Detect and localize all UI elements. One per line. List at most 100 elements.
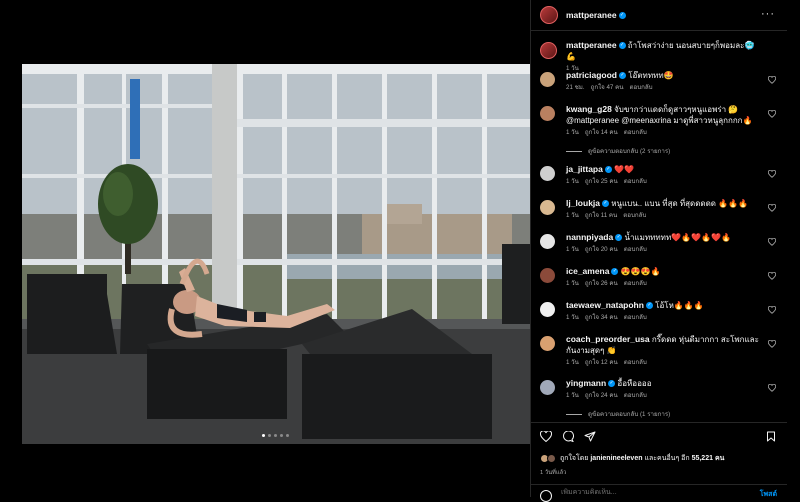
reply-button[interactable]: ตอบกลับ [623, 212, 646, 219]
comment-likes[interactable]: ถูกใจ 47 คน [591, 84, 624, 91]
post-actions: ถูกใจโดย janienineeleven และคนอื่นๆ อีก … [531, 422, 787, 502]
comment-like-heart-icon[interactable] [768, 110, 776, 118]
verified-badge-icon: ✓ [618, 11, 626, 19]
comment-like-heart-icon[interactable] [768, 76, 776, 84]
verified-badge-icon: ✓ [602, 200, 610, 208]
liked-by-user[interactable]: janienineeleven [590, 455, 642, 462]
verified-badge-icon: ✓ [608, 380, 616, 388]
comment-time: 21 ชม. [566, 84, 585, 91]
commenter-avatar[interactable] [540, 234, 555, 249]
reply-button[interactable]: ตอบกลับ [624, 178, 647, 185]
comment-like-heart-icon[interactable] [768, 204, 776, 212]
replies-divider [566, 414, 582, 415]
commenter-avatar[interactable] [540, 166, 555, 181]
liker-avatar [547, 454, 556, 463]
reply-button[interactable]: ตอบกลับ [624, 246, 647, 253]
comment-time: 1 วัน [566, 314, 579, 321]
commenter-avatar[interactable] [540, 268, 555, 283]
comment-text: น้ำแมททททท❤️🔥❤️🔥❤️🔥 [624, 233, 731, 242]
caption-username[interactable]: mattperanee [566, 40, 617, 50]
commenter-username[interactable]: ice_amena [566, 266, 609, 276]
commenter-username[interactable]: nannpiyada [566, 232, 613, 242]
comment-likes[interactable]: ถูกใจ 14 คน [585, 129, 618, 136]
comment-likes[interactable]: ถูกใจ 26 คน [585, 280, 618, 287]
comment-likes[interactable]: ถูกใจ 25 คน [585, 178, 618, 185]
author-avatar[interactable] [540, 6, 558, 24]
comment-text: โอ๊ตทททท🤩 [628, 71, 674, 80]
reply-button[interactable]: ตอบกลับ [624, 129, 647, 136]
share-icon[interactable] [584, 431, 596, 442]
comment-time: 1 วัน [566, 178, 579, 185]
post-header: mattperanee ✓ ··· [531, 0, 787, 31]
post-comment-button[interactable]: โพสต์ [760, 489, 777, 500]
commenter-avatar[interactable] [540, 200, 555, 215]
carousel-dot [274, 434, 277, 437]
verified-badge-icon: ✓ [604, 166, 612, 174]
comment-icon[interactable] [562, 431, 574, 442]
heart-icon[interactable] [540, 431, 552, 442]
commenter-avatar[interactable] [540, 72, 555, 87]
likes-prefix: ถูกใจโดย [560, 455, 589, 462]
likes-summary[interactable]: ถูกใจโดย janienineeleven และคนอื่นๆ อีก … [540, 453, 724, 464]
view-replies-label: ดูข้อความตอบกลับ (1 รายการ) [588, 411, 671, 418]
comment-like-heart-icon[interactable] [768, 340, 776, 348]
post-photo[interactable]: › [22, 64, 530, 444]
carousel-dot [262, 434, 265, 437]
reply-button[interactable]: ตอบกลับ [624, 280, 647, 287]
more-options-icon[interactable]: ··· [761, 8, 775, 20]
commenter-username[interactable]: yingmann [566, 378, 606, 388]
verified-badge-icon: ✓ [618, 42, 626, 50]
post-media-area: › [0, 0, 530, 497]
verified-badge-icon: ✓ [645, 302, 653, 310]
verified-badge-icon: ✓ [615, 234, 623, 242]
reply-button[interactable]: ตอบกลับ [624, 392, 647, 399]
view-replies-button[interactable]: ดูข้อความตอบกลับ (2 รายการ) [566, 146, 766, 157]
comment-text: 😍😍😍🔥 [620, 267, 661, 276]
comment-like-heart-icon[interactable] [768, 272, 776, 280]
comment-likes[interactable]: ถูกใจ 11 คน [585, 212, 617, 219]
comment-likes[interactable]: ถูกใจ 20 คน [585, 246, 618, 253]
comment-text: ❤️❤️ [614, 165, 635, 174]
comment-time: 1 วัน [566, 359, 579, 366]
post-sidebar: mattperanee ✓ ··· mattperanee ✓ ถ้าโพสว่า… [530, 0, 787, 502]
replies-divider [566, 151, 582, 152]
likes-count[interactable]: 55,221 [692, 455, 713, 462]
reply-button[interactable]: ตอบกลับ [624, 314, 647, 321]
reply-button[interactable]: ตอบกลับ [624, 359, 647, 366]
comment-likes[interactable]: ถูกใจ 12 คน [585, 359, 618, 366]
comment-like-heart-icon[interactable] [768, 384, 776, 392]
commenter-avatar[interactable] [540, 302, 555, 317]
author-username[interactable]: mattperanee [566, 10, 617, 20]
likes-middle: และคนอื่นๆ อีก [644, 455, 690, 462]
comment-time: 1 วัน [566, 246, 579, 253]
commenter-username[interactable]: patriciagood [566, 70, 617, 80]
comment-time: 1 วัน [566, 212, 579, 219]
comment-likes[interactable]: ถูกใจ 24 คน [585, 392, 618, 399]
post-date: 1 วันที่แล้ว [540, 470, 567, 476]
comment-time: 1 วัน [566, 280, 579, 287]
commenter-username[interactable]: ja_jittapa [566, 164, 603, 174]
add-comment-input[interactable] [559, 488, 743, 497]
comment-likes[interactable]: ถูกใจ 34 คน [585, 314, 618, 321]
comment-like-heart-icon[interactable] [768, 238, 776, 246]
author-avatar[interactable] [540, 42, 557, 59]
commenter-username[interactable]: taewaew_natapohn [566, 300, 644, 310]
commenter-avatar[interactable] [540, 106, 555, 121]
likes-suffix: คน [714, 455, 725, 462]
commenter-username[interactable]: coach_preorder_usa [566, 334, 650, 344]
verified-badge-icon: ✓ [611, 268, 619, 276]
commenter-avatar[interactable] [540, 336, 555, 351]
commenter-username[interactable]: lj_loukja [566, 198, 600, 208]
comments-list: mattperanee ✓ ถ้าโพสว่าง่าย นอนสบายๆก็พอม… [531, 32, 787, 422]
reply-button[interactable]: ตอบกลับ [629, 84, 652, 91]
carousel-dot [280, 434, 283, 437]
comment-text: อื้อหืออออ [617, 379, 652, 388]
emoji-icon[interactable] [540, 490, 552, 502]
comment-like-heart-icon[interactable] [768, 170, 776, 178]
comment-like-heart-icon[interactable] [768, 306, 776, 314]
bookmark-icon[interactable] [766, 431, 776, 442]
view-replies-button[interactable]: ดูข้อความตอบกลับ (1 รายการ) [566, 409, 766, 420]
commenter-username[interactable]: kwang_g28 [566, 104, 612, 114]
commenter-avatar[interactable] [540, 380, 555, 395]
verified-badge-icon: ✓ [619, 72, 627, 80]
